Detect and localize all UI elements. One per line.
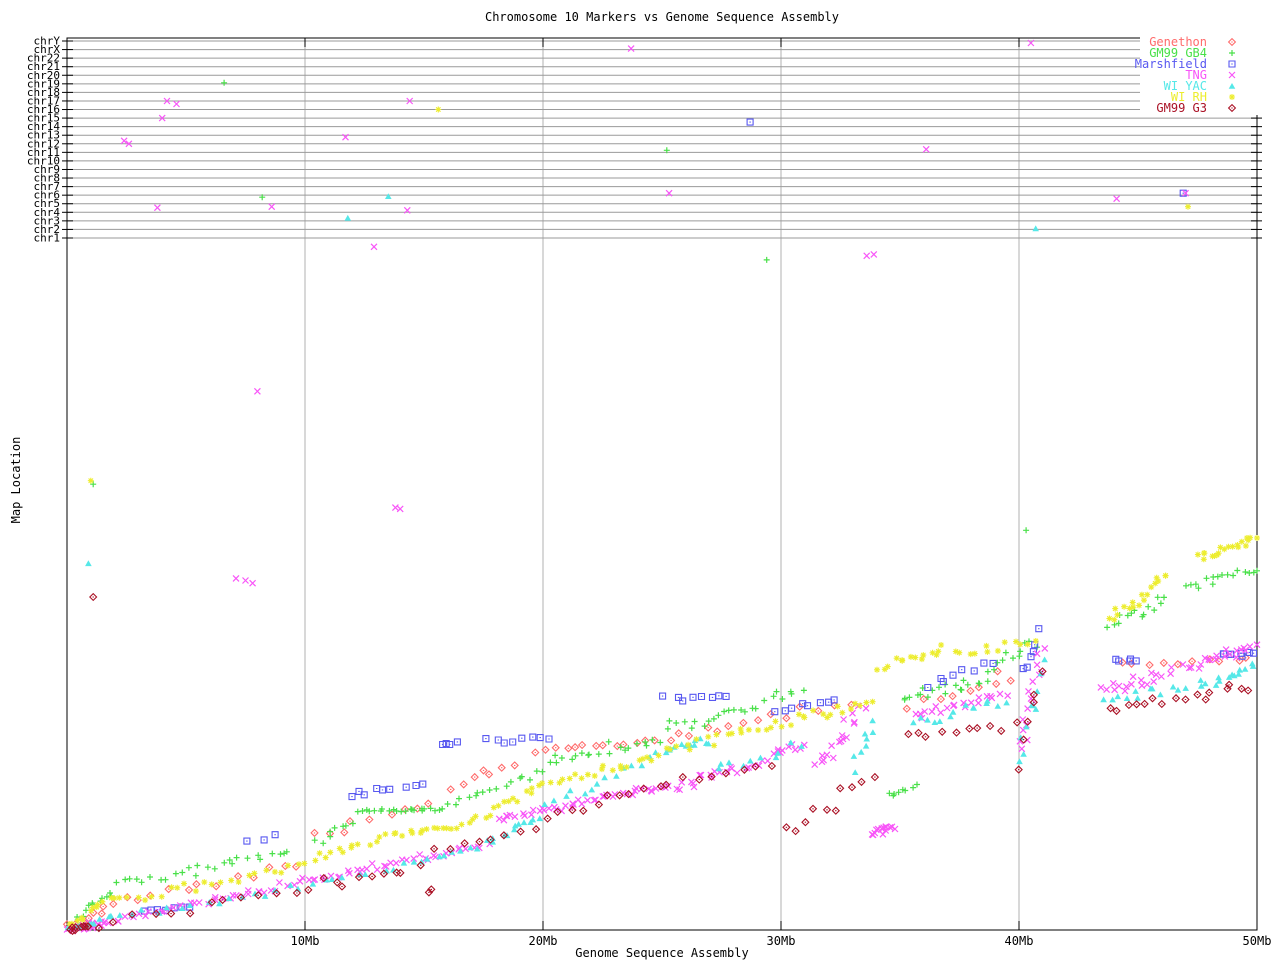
gridlines [305,38,1019,930]
chart-canvas: Chromosome 10 Markers vs Genome Sequence… [0,0,1280,960]
legend-marker-star-icon [1229,94,1235,100]
chart-title: Chromosome 10 Markers vs Genome Sequence… [67,10,1257,24]
chromosome-label-chr1: chr1 [34,231,61,244]
series-gm99-gb4 [68,80,1260,931]
legend-label-gm99-g3: GM99 G3 [1156,101,1207,115]
scatter-plot: chrYchrXchr22chr21chr20chr19chr18chr17ch… [0,0,1280,960]
x-axis-label: Genome Sequence Assembly [67,946,1257,960]
series-tng [64,40,1260,934]
series-genethon [64,654,1250,927]
plot-frame [67,38,1257,930]
legend: GenethonGM99 GB4MarshfieldTNGWI YACWI RH… [1135,35,1266,115]
series-wi-yac [65,193,1257,930]
y-axis-label: Map Location [9,425,23,535]
chromosome-bands: chrYchrXchr22chr21chr20chr19chr18chr17ch… [27,35,1262,245]
series-gm99-g3 [67,594,1252,935]
